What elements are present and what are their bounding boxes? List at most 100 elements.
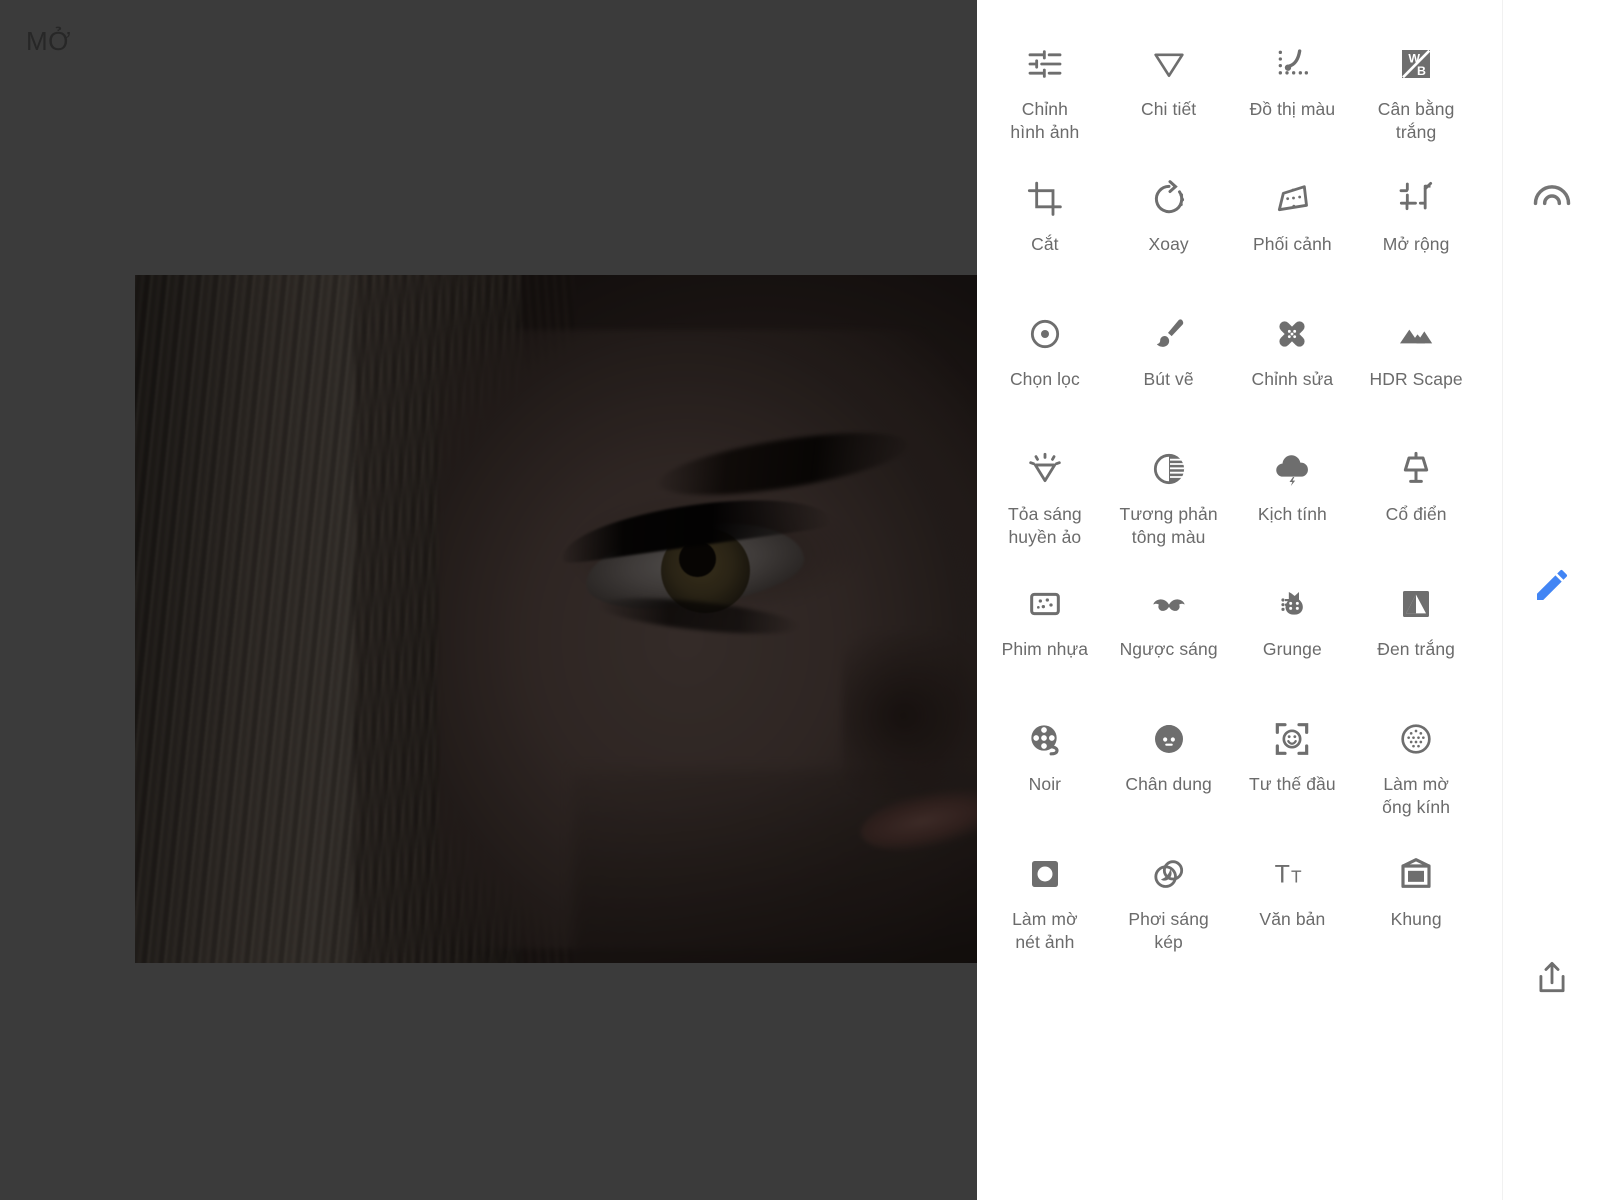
tool-glamour-glow-label: Tỏa sáng huyền ảo: [1007, 504, 1082, 547]
tool-drama-label: Kịch tính: [1257, 504, 1327, 524]
tool-tilt-shift[interactable]: Làm mờ nét ảnh: [983, 832, 1107, 967]
tool-portrait[interactable]: Chân dung: [1107, 697, 1231, 832]
grainy-film-icon: [1023, 582, 1067, 626]
tool-double-exposure-label: Phơi sáng kép: [1128, 909, 1209, 952]
tool-rotate[interactable]: Xoay: [1107, 157, 1231, 292]
svg-text:T: T: [1291, 867, 1302, 887]
film-reel-icon: [1023, 717, 1067, 761]
tool-tune[interactable]: Chỉnh hình ảnh: [983, 22, 1107, 157]
grunge-cat-icon: [1270, 582, 1314, 626]
gallery-photo-editor: MỞ Chỉnh hình ảnh Chi tiết Đồ thị màu W …: [0, 0, 1600, 1200]
tool-frames[interactable]: Khung: [1354, 832, 1478, 967]
brush-icon: [1147, 312, 1191, 356]
tool-grid: Chỉnh hình ảnh Chi tiết Đồ thị màu W B Cân bằn…: [983, 22, 1478, 967]
curves-icon: [1270, 42, 1314, 86]
tool-white-balance-label: Cân bằng trắng: [1377, 99, 1455, 142]
tool-text[interactable]: T T Văn bản: [1231, 832, 1355, 967]
vintage-lamp-icon: [1394, 447, 1438, 491]
tool-grainy-film[interactable]: Phim nhựa: [983, 562, 1107, 697]
svg-text:T: T: [1275, 861, 1290, 889]
tool-hdr-scape-label: HDR Scape: [1369, 369, 1463, 389]
double-exposure-icon: [1147, 852, 1191, 896]
glamour-glow-icon: [1023, 447, 1067, 491]
tool-retrolux-label: Ngược sáng: [1119, 639, 1218, 659]
tool-brush[interactable]: Bút vẽ: [1107, 292, 1231, 427]
tool-tonal-contrast[interactable]: Tương phản tông màu: [1107, 427, 1231, 562]
pencil-icon: [1532, 565, 1572, 610]
lens-blur-icon: [1394, 717, 1438, 761]
tool-portrait-label: Chân dung: [1125, 774, 1212, 794]
tool-perspective-label: Phối cảnh: [1253, 234, 1332, 254]
tune-icon: [1023, 42, 1067, 86]
frames-icon: [1394, 852, 1438, 896]
drama-cloud-icon: [1270, 447, 1314, 491]
tool-brush-label: Bút vẽ: [1143, 369, 1194, 389]
looks-button[interactable]: [1503, 163, 1600, 233]
export-button[interactable]: [1503, 945, 1600, 1015]
share-export-icon: [1533, 959, 1571, 1002]
expand-icon: [1394, 177, 1438, 221]
tool-drama[interactable]: Kịch tính: [1231, 427, 1355, 562]
action-rail: [1502, 0, 1600, 1200]
tool-crop-label: Cắt: [1031, 234, 1059, 254]
tool-expand-label: Mở rộng: [1382, 234, 1450, 254]
tool-head-pose-label: Tư thế đầu: [1249, 774, 1336, 794]
tool-vintage-label: Cổ điển: [1385, 504, 1447, 524]
tool-retrolux[interactable]: Ngược sáng: [1107, 562, 1231, 697]
svg-text:B: B: [1417, 64, 1426, 78]
tool-noir-label: Noir: [1028, 774, 1062, 794]
photo-canvas: MỞ: [0, 0, 977, 1200]
tilt-shift-icon: [1023, 852, 1067, 896]
tool-glamour-glow[interactable]: Tỏa sáng huyền ảo: [983, 427, 1107, 562]
tool-double-exposure[interactable]: Phơi sáng kép: [1107, 832, 1231, 967]
tool-grunge[interactable]: Grunge: [1231, 562, 1355, 697]
tool-grainy-film-label: Phim nhựa: [1001, 639, 1089, 659]
black-white-icon: [1394, 582, 1438, 626]
tool-grunge-label: Grunge: [1262, 639, 1322, 659]
tool-selective[interactable]: Chọn lọc: [983, 292, 1107, 427]
tool-noir[interactable]: Noir: [983, 697, 1107, 832]
text-icon: TT: [1270, 852, 1314, 896]
tool-tonal-contrast-label: Tương phản tông màu: [1119, 504, 1218, 547]
tool-crop[interactable]: Cắt: [983, 157, 1107, 292]
tool-rotate-label: Xoay: [1148, 234, 1189, 254]
tool-frames-label: Khung: [1390, 909, 1442, 929]
looks-arc-icon: [1530, 174, 1574, 223]
selective-icon: [1023, 312, 1067, 356]
tool-curves[interactable]: Đồ thị màu: [1231, 22, 1355, 157]
tool-tune-label: Chỉnh hình ảnh: [1010, 99, 1080, 142]
tool-white-balance[interactable]: W B Cân bằng trắng: [1354, 22, 1478, 157]
tool-selective-label: Chọn lọc: [1009, 369, 1080, 389]
tool-lens-blur[interactable]: Làm mờ ống kính: [1354, 697, 1478, 832]
head-pose-icon: [1270, 717, 1314, 761]
tool-text-label: Văn bản: [1259, 909, 1326, 929]
portrait-face-icon: [1147, 717, 1191, 761]
tool-vintage[interactable]: Cổ điển: [1354, 427, 1478, 562]
tool-expand[interactable]: Mở rộng: [1354, 157, 1478, 292]
tool-curves-label: Đồ thị màu: [1249, 99, 1336, 119]
tool-details-label: Chi tiết: [1140, 99, 1197, 119]
rotate-icon: [1147, 177, 1191, 221]
photo-preview[interactable]: [135, 275, 977, 963]
healing-bandage-icon: [1270, 312, 1314, 356]
tool-perspective[interactable]: Phối cảnh: [1231, 157, 1355, 292]
tool-black-white-label: Đen trắng: [1377, 639, 1455, 659]
tool-black-white[interactable]: Đen trắng: [1354, 562, 1478, 697]
white-balance-icon: WB: [1394, 42, 1438, 86]
tool-healing[interactable]: Chỉnh sửa: [1231, 292, 1355, 427]
portrait-photo: [135, 275, 977, 963]
details-triangle-icon: [1147, 42, 1191, 86]
tool-healing-label: Chỉnh sửa: [1251, 369, 1334, 389]
tonal-contrast-icon: [1147, 447, 1191, 491]
crop-icon: [1023, 177, 1067, 221]
retrolux-mustache-icon: [1147, 582, 1191, 626]
perspective-icon: [1270, 177, 1314, 221]
tool-details[interactable]: Chi tiết: [1107, 22, 1231, 157]
open-label: MỞ: [26, 26, 71, 56]
tool-head-pose[interactable]: Tư thế đầu: [1231, 697, 1355, 832]
tool-tilt-shift-label: Làm mờ nét ảnh: [1012, 909, 1078, 952]
edit-button[interactable]: [1503, 552, 1600, 622]
tool-hdr-scape[interactable]: HDR Scape: [1354, 292, 1478, 427]
tool-lens-blur-label: Làm mờ ống kính: [1382, 774, 1451, 817]
mountains-icon: [1394, 312, 1438, 356]
